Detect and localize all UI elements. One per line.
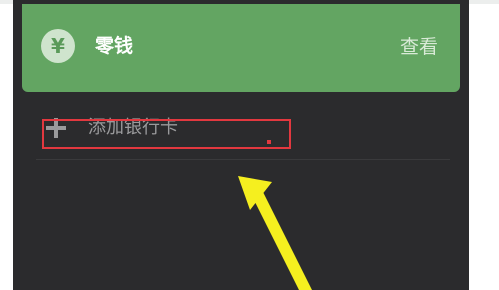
change-wallet-card[interactable]: [22, 4, 460, 92]
row-divider: [36, 159, 450, 160]
annotation-dot: [267, 140, 271, 144]
annotation-highlight-box: [42, 119, 291, 149]
change-title: 零钱: [95, 35, 134, 57]
view-button[interactable]: 查看: [400, 34, 438, 60]
yen-icon: ¥: [41, 29, 75, 63]
